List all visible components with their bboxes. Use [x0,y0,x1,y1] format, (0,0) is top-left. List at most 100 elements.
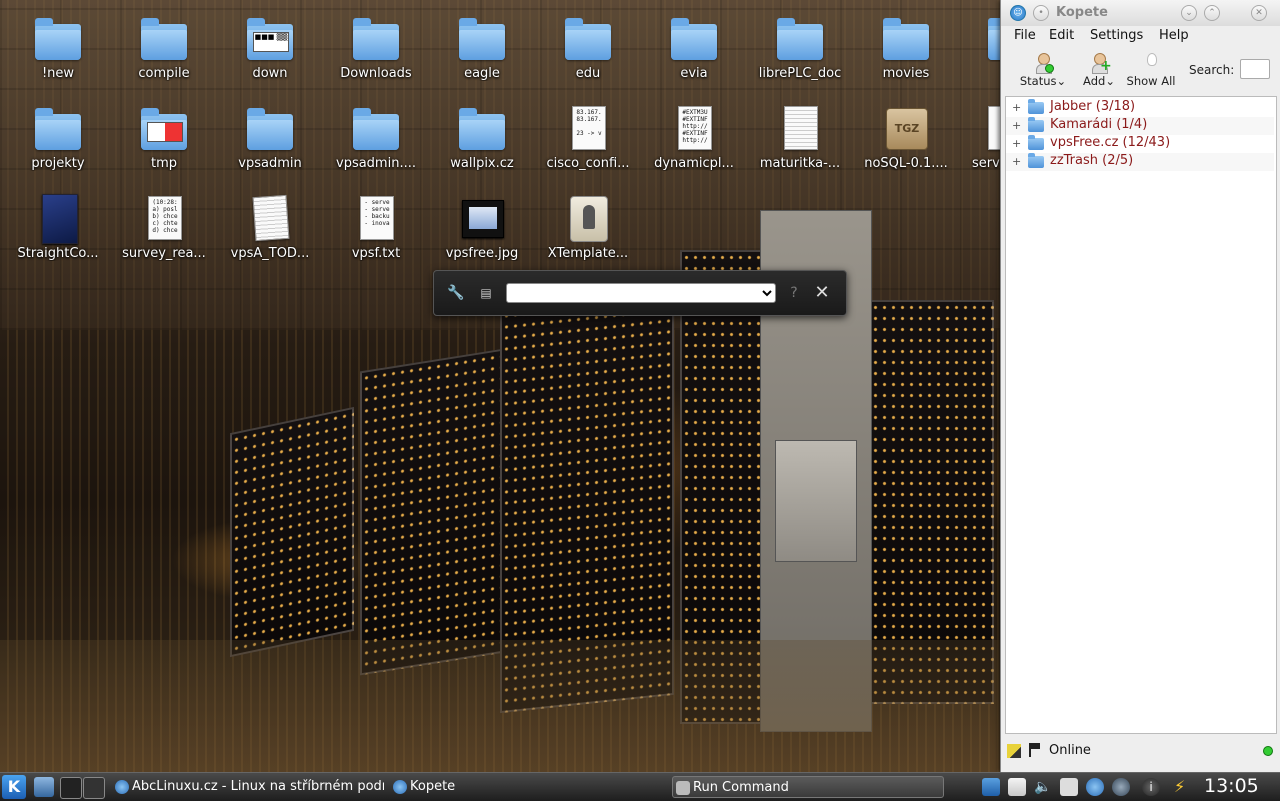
contact-group[interactable]: + Kamarádi (1/4) [1006,117,1274,135]
add-button[interactable]: + Add⌄ [1081,52,1117,88]
desktop-pager-icon[interactable] [60,777,82,799]
desktop-icon-label: compile [138,66,190,81]
desktop-icon-serv[interactable]: serv [964,104,1000,171]
contact-group[interactable]: + Jabber (3/18) [1006,99,1274,117]
volume-tray-icon[interactable]: 🔈 [1034,778,1052,796]
desktop-icon-vpsa-todo[interactable]: vpsA_TOD... [220,194,320,261]
window-titlebar[interactable]: ☺ • Kopete ⌄ ⌃ ✕ [1001,0,1280,26]
desktop-icon-xtemplate[interactable]: XTemplate... [538,194,638,261]
desktop-icon-wallpix[interactable]: wallpix.cz [432,104,532,171]
desktop-icon-label: vpsadmin.... [336,156,416,171]
run-command-dialog[interactable]: 🔧 ▤ ? ✕ [433,270,847,316]
monitor-tray-icon[interactable] [982,778,1000,796]
minimize-icon[interactable]: ⌄ [1181,5,1197,21]
mail-tray-icon[interactable] [1060,778,1078,796]
desktop-icon-compile[interactable]: compile [114,14,214,81]
task-label: Kopete [410,779,456,794]
taskbar: K AbcLinuxu.cz - Linux na stříbrném podn… [0,772,1280,801]
wallpaper-cabinet-door [775,440,857,562]
close-icon[interactable]: ✕ [812,283,832,303]
desktop-icon-libreplc-doc[interactable]: librePLC_doc [750,14,850,81]
desktop-icon-partial-folder[interactable] [964,14,1000,62]
desktop-icon-straightco[interactable]: StraightCo... [8,194,108,261]
menu-settings[interactable]: Settings [1090,28,1143,43]
menu-file[interactable]: File [1014,28,1036,43]
expand-icon[interactable]: + [1012,137,1021,150]
info-tray-icon[interactable]: i [1142,778,1160,796]
desktop-icon-down[interactable]: ■■■ ▒▒ down [220,14,320,81]
network-tray-icon[interactable] [1112,778,1130,796]
desktop-icon-movies[interactable]: movies [856,14,956,81]
edit-status-icon[interactable] [1007,744,1021,758]
document-file-icon [776,104,824,152]
online-status[interactable]: Online [1049,743,1091,758]
desktop-icon-vpsf-txt[interactable]: - serve - serve - backu - inova vpsf.txt [326,194,426,261]
dropdown-arrow-icon: ⌄ [1105,74,1115,88]
clipboard-tray-icon[interactable] [1008,778,1026,796]
kopete-window[interactable]: ☺ • Kopete ⌄ ⌃ ✕ File Edit Settings Help… [1000,0,1280,772]
system-icon[interactable] [34,777,54,797]
contact-group[interactable]: + zzTrash (2/5) [1006,153,1274,171]
group-label: vpsFree.cz (12/43) [1050,135,1171,150]
desktop-icon-maturitka[interactable]: maturitka-... [750,104,850,171]
expand-icon[interactable]: + [1012,155,1021,168]
kopete-tray-icon[interactable] [1086,778,1104,796]
group-folder-icon [1028,99,1044,114]
desktop-icon-projekty[interactable]: projekty [8,104,108,171]
desktop-icon-tmp[interactable]: tmp [114,104,214,171]
add-button-label: Add [1083,74,1106,88]
desktop-icon-label: serv [972,156,1000,171]
desktop-icon-label: vpsf.txt [351,246,401,261]
folder-icon [964,14,1000,62]
text-file-icon: 83.167. 83.167. 23 -> v [564,104,612,152]
search-input[interactable] [1240,59,1270,79]
window-close-icon[interactable]: ✕ [1251,5,1267,21]
task-kopete[interactable]: Kopete [390,776,664,798]
expand-icon[interactable]: + [1012,101,1021,114]
expand-icon[interactable]: + [1012,119,1021,132]
desktop-icon-vpsfree-jpg[interactable]: vpsfree.jpg [432,194,532,261]
desktop-icon-vpsadmin[interactable]: vpsadmin [220,104,320,171]
desktop-icon-label: eagle [464,66,500,81]
show-all-button[interactable]: Show All [1123,52,1179,88]
text-file-icon: (10:28: a) posl b) chce c) chte d) chce [140,194,188,242]
desktop-icon-nosql[interactable]: TGZ noSQL-0.1.... [856,104,956,171]
desktop-icon-new[interactable]: !new [8,14,108,81]
desktop-icon-label: vpsadmin [238,156,302,171]
kde-menu-button[interactable]: K [2,775,26,799]
menu-help[interactable]: Help [1159,28,1189,43]
maximize-icon[interactable]: ⌃ [1204,5,1220,21]
kopete-app-icon[interactable]: ☺ [1010,5,1026,21]
image-icon[interactable]: ▤ [476,283,496,303]
command-input[interactable] [506,283,776,303]
desktop-icon-evia[interactable]: evia [644,14,744,81]
contact-group[interactable]: + vpsFree.cz (12/43) [1006,135,1274,153]
folder-icon [34,14,82,62]
desktop-icon-cisco-config[interactable]: 83.167. 83.167. 23 -> v cisco_confi... [538,104,638,171]
group-label: Jabber (3/18) [1050,99,1136,114]
desktop-pager-icon[interactable] [83,777,105,799]
clock[interactable]: 13:05 [1204,775,1259,797]
file-preview: 83.167. 83.167. 23 -> v [572,106,606,150]
contact-list[interactable]: + Jabber (3/18) + Kamarádi (1/4) + vpsFr… [1005,96,1277,734]
desktop-icon-dynamicpl[interactable]: #EXTM3U #EXTINF http:// #EXTINF http:// … [644,104,744,171]
show-all-label: Show All [1126,74,1176,88]
help-icon[interactable]: ? [784,283,804,303]
wallpaper-floor [0,640,1000,772]
group-label: Kamarádi (1/4) [1050,117,1148,132]
menu-edit[interactable]: Edit [1049,28,1074,43]
desktop-icon-survey[interactable]: (10:28: a) posl b) chce c) chte d) chce … [114,194,214,261]
desktop-icon-downloads[interactable]: Downloads [326,14,426,81]
wrench-icon[interactable]: 🔧 [446,283,466,303]
desktop-icon-edu[interactable]: edu [538,14,638,81]
desktop-icon-eagle[interactable]: eagle [432,14,532,81]
sticky-icon[interactable]: • [1033,5,1049,21]
task-abclinuxu[interactable]: AbcLinuxu.cz - Linux na stříbrném podn [112,776,384,798]
package-icon [564,194,612,242]
status-button[interactable]: Status⌄ [1019,52,1067,88]
power-tray-icon[interactable]: ⚡ [1174,778,1186,796]
task-run-command[interactable]: Run Command [672,776,944,798]
desktop-icon-vpsadmin-2[interactable]: vpsadmin.... [326,104,426,171]
group-folder-icon [1028,117,1044,132]
folder-icon [670,14,718,62]
